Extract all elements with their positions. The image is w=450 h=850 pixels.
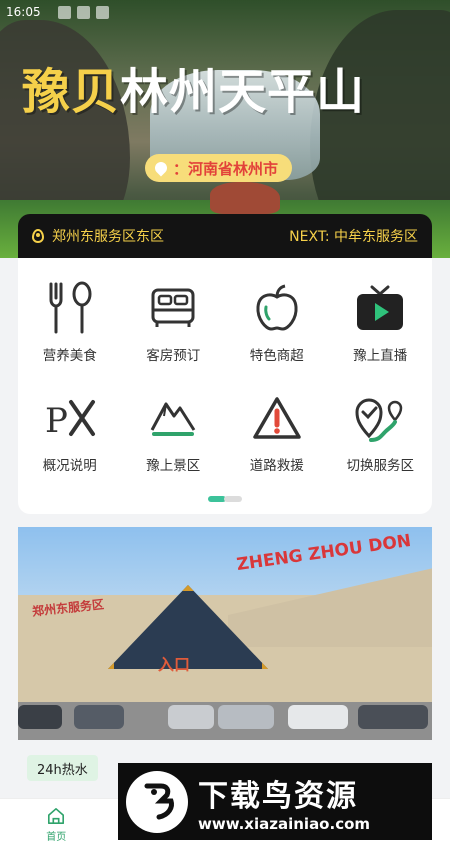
watermark-url: www.xiazainiao.com	[198, 814, 371, 833]
car-shape	[74, 705, 124, 729]
status-time: 16:05	[6, 5, 41, 19]
service-rescue[interactable]: 道路救援	[225, 390, 329, 474]
bed-icon	[145, 280, 201, 336]
nav-home[interactable]: 首页	[0, 799, 113, 850]
live-tv-icon	[352, 280, 408, 336]
map-pin-icon	[32, 229, 44, 243]
service-label: 道路救援	[249, 458, 304, 474]
apple-icon	[249, 280, 305, 336]
red-stone-shape	[210, 182, 280, 214]
status-icons	[58, 6, 109, 19]
car-shape	[358, 705, 428, 729]
page-dot	[224, 496, 242, 502]
next-service-area: NEXT: 中牟东服务区	[289, 229, 418, 245]
amenity-tag: 24h热水	[27, 755, 98, 781]
mountain-icon	[145, 390, 201, 446]
location-text: ：河南省林州市	[173, 159, 279, 178]
services-panel: 营养美食 客房预订 特色商超 豫上直播 P 概况说明 豫上景区 道路救援 切换服…	[18, 258, 432, 514]
service-label: 客房预订	[146, 348, 201, 364]
service-label: 豫上直播	[353, 348, 408, 364]
watermark-overlay: 下载鸟资源 www.xiazainiao.com	[118, 763, 432, 840]
page-indicator[interactable]	[208, 496, 242, 502]
bird-logo-icon	[126, 770, 188, 833]
service-live[interactable]: 豫上直播	[329, 280, 433, 364]
route-bar: 郑州东服务区东区 NEXT: 中牟东服务区	[18, 214, 432, 258]
location-pin-icon	[152, 159, 170, 177]
car-shape	[168, 705, 214, 729]
hero-title-white: 林州天平山	[120, 64, 366, 120]
service-label: 特色商超	[249, 348, 304, 364]
service-switch-area[interactable]: 切换服务区	[329, 390, 433, 474]
service-market[interactable]: 特色商超	[225, 280, 329, 364]
nav-label: 首页	[46, 831, 67, 843]
location-badge: ：河南省林州市	[145, 154, 293, 182]
hero-title: 豫贝林州天平山	[22, 52, 365, 122]
switch-location-icon	[352, 390, 408, 446]
car-shape	[218, 705, 274, 729]
watermark-brand: 下载鸟资源	[198, 778, 358, 814]
car-shape	[288, 705, 348, 729]
service-label: 切换服务区	[346, 458, 415, 474]
service-rooms[interactable]: 客房预订	[122, 280, 226, 364]
px-icon: P	[42, 390, 98, 446]
service-food[interactable]: 营养美食	[18, 280, 122, 364]
service-scenic[interactable]: 豫上景区	[122, 390, 226, 474]
service-area-photo[interactable]: ZHENG ZHOU DON 郑州东服务区 入口	[18, 527, 432, 740]
building-sign: ZHENG ZHOU DON	[235, 530, 413, 576]
entrance-sign: 入口	[158, 655, 191, 674]
service-overview[interactable]: P 概况说明	[18, 390, 122, 474]
svg-text:P: P	[45, 401, 68, 440]
service-label: 营养美食	[42, 348, 97, 364]
fork-spoon-icon	[42, 280, 98, 336]
warning-icon	[249, 390, 305, 446]
current-service-area: 郑州东服务区东区	[52, 229, 164, 245]
service-label: 概况说明	[42, 458, 97, 474]
service-label: 豫上景区	[146, 458, 201, 474]
hero-title-yellow: 豫贝	[22, 64, 121, 120]
home-icon	[48, 807, 65, 824]
car-shape	[18, 705, 62, 729]
